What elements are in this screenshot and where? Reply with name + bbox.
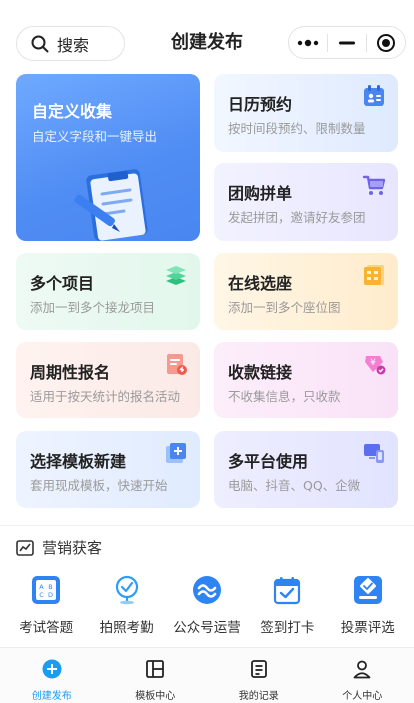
- card-title: 多个项目: [30, 274, 95, 293]
- close-button[interactable]: [367, 27, 405, 58]
- photo-attendance-icon: [115, 575, 138, 605]
- custom-collect-card[interactable]: 自定义收集 自定义字段和一键导出: [16, 74, 200, 241]
- bottom-tab-bar: 创建发布 模板中心 我的记录 个人中心: [0, 647, 414, 703]
- close-target-icon: [377, 33, 395, 52]
- marketing-item-label: 公众号运营: [173, 620, 241, 636]
- mini-program-capsule: [288, 26, 406, 59]
- card-title: 日历预约: [228, 95, 293, 114]
- clipboard-pen-illustration: [74, 169, 148, 241]
- exam-icon: A B C D: [32, 576, 61, 604]
- search-button[interactable]: 搜索: [16, 26, 125, 61]
- group-buy-card[interactable]: 团购拼单 发起拼团，邀请好友参团: [214, 163, 398, 241]
- card-title: 选择模板新建: [30, 452, 127, 471]
- card-title: 收款链接: [228, 363, 293, 382]
- tab-label: 创建发布: [31, 691, 72, 702]
- marketing-title: 营销获客: [42, 539, 103, 557]
- marketing-item-label: 签到打卡: [260, 620, 315, 636]
- plus-circle-icon: [42, 659, 62, 679]
- card-title: 团购拼单: [228, 184, 293, 203]
- marketing-item-label: 拍照考勤: [99, 620, 154, 636]
- seat-selection-card[interactable]: 在线选座 添加一到多个座位图: [214, 253, 398, 330]
- svg-text:C: C: [39, 591, 44, 599]
- minimize-icon: [339, 41, 355, 44]
- svg-text:¥: ¥: [370, 358, 376, 368]
- card-subtitle: 发起拼团，邀请好友参团: [228, 210, 366, 225]
- section-divider: [0, 525, 414, 526]
- marketing-item-label: 投票评选: [340, 620, 395, 636]
- seat-grid-icon: [364, 265, 384, 285]
- tab-create[interactable]: 创建发布: [0, 648, 104, 703]
- search-label: 搜索: [57, 35, 90, 55]
- card-subtitle: 添加一到多个座位图: [228, 300, 341, 315]
- card-title: 在线选座: [228, 274, 293, 293]
- payment-icon: ¥: [365, 356, 386, 375]
- checkin-icon: [274, 577, 301, 605]
- calendar-booking-card[interactable]: 日历预约 按时间段预约、限制数量: [214, 74, 398, 152]
- add-template-icon: [166, 443, 186, 463]
- svg-text:D: D: [48, 591, 53, 599]
- marketing-item-checkin[interactable]: 签到打卡: [251, 574, 323, 636]
- card-subtitle: 套用现成模板，快速开始: [30, 478, 168, 493]
- marketing-item-vote[interactable]: 投票评选: [332, 574, 404, 636]
- more-dots-icon: [297, 39, 319, 46]
- marketing-item-label: 考试答题: [19, 620, 74, 636]
- tab-label: 个人中心: [342, 691, 383, 702]
- more-button[interactable]: [289, 27, 327, 58]
- svg-text:A: A: [39, 583, 44, 591]
- minimize-button[interactable]: [328, 27, 366, 58]
- multi-platform-card[interactable]: 多平台使用 电脑、抖音、QQ、企微: [214, 431, 398, 508]
- card-subtitle: 按时间段预约、限制数量: [228, 121, 366, 136]
- periodic-signup-card[interactable]: 周期性报名 适用于按天统计的报名活动: [16, 342, 200, 418]
- records-icon: [250, 660, 267, 678]
- card-subtitle: 自定义字段和一键导出: [32, 129, 158, 144]
- card-title: 周期性报名: [30, 363, 111, 382]
- marketing-header: 营销获客: [16, 537, 102, 558]
- template-create-card[interactable]: 选择模板新建 套用现成模板，快速开始: [16, 431, 200, 508]
- tab-label: 我的记录: [238, 691, 279, 702]
- marketing-item-exam[interactable]: A B C D 考试答题: [10, 574, 82, 636]
- header: 搜索 创建发布: [0, 0, 414, 72]
- marketing-item-photo-attendance[interactable]: 拍照考勤: [91, 574, 163, 636]
- tab-label: 模板中心: [135, 691, 176, 702]
- marketing-item-official-account[interactable]: 公众号运营: [171, 574, 243, 636]
- trend-chart-icon: [16, 539, 34, 556]
- payment-link-card[interactable]: 收款链接 不收集信息，只收款 ¥: [214, 342, 398, 418]
- card-title: 多平台使用: [228, 452, 309, 471]
- marketing-row: A B C D 考试答题 拍照考勤 公众号运营 签到打卡 投票评选: [0, 574, 414, 636]
- card-subtitle: 电脑、抖音、QQ、企微: [228, 478, 361, 493]
- multi-project-card[interactable]: 多个项目 添加一到多个接龙项目: [16, 253, 200, 330]
- devices-icon: [364, 444, 384, 463]
- document-cycle-icon: [167, 354, 187, 375]
- user-icon: [353, 660, 371, 679]
- tab-profile[interactable]: 个人中心: [311, 648, 414, 703]
- vote-icon: [353, 576, 382, 604]
- template-icon: [146, 660, 165, 678]
- tab-records[interactable]: 我的记录: [207, 648, 311, 703]
- card-subtitle: 添加一到多个接龙项目: [30, 300, 156, 315]
- tab-templates[interactable]: 模板中心: [104, 648, 208, 703]
- card-title: 自定义收集: [32, 102, 113, 121]
- shopping-cart-icon: [362, 175, 386, 195]
- card-subtitle: 适用于按天统计的报名活动: [30, 389, 181, 404]
- search-icon: [31, 35, 49, 52]
- layers-icon: [166, 266, 186, 285]
- calendar-icon: [364, 85, 384, 106]
- svg-text:B: B: [48, 583, 52, 591]
- official-account-icon: [192, 576, 221, 604]
- card-subtitle: 不收集信息，只收款: [228, 389, 341, 404]
